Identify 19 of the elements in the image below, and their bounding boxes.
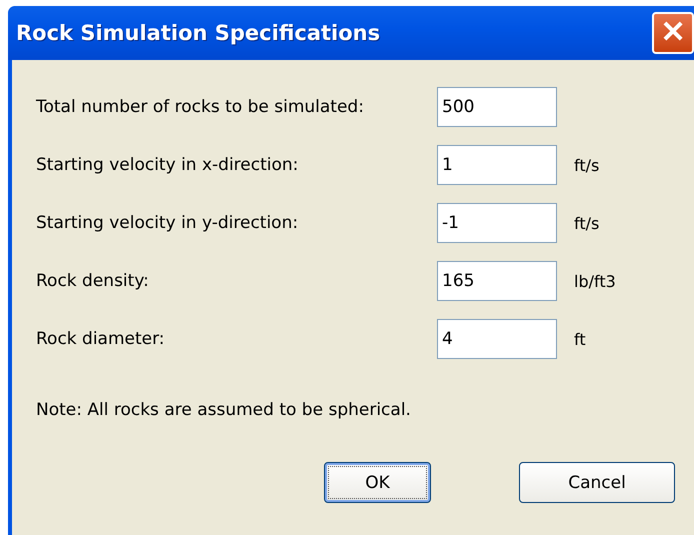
field-label: Rock diameter: [36, 329, 166, 349]
field-label: Rock density: [36, 271, 150, 291]
unit-label: ft/s [574, 156, 600, 174]
note-text: Note: All rocks are assumed to be spherical. [36, 400, 412, 420]
window-title: Rock Simulation Specifications [16, 21, 380, 45]
field-label: Starting velocity in x-direction: [36, 155, 300, 175]
input-field[interactable]: 4 [437, 319, 557, 359]
field-label: Starting velocity in y-direction: [36, 213, 300, 233]
input-field[interactable]: 165 [437, 261, 557, 301]
cancel-button[interactable]: Cancel [519, 462, 675, 503]
unit-label: lb/ft3 [574, 272, 616, 290]
unit-label: ft/s [574, 214, 600, 232]
ok-button[interactable]: OK [324, 462, 431, 503]
input-field[interactable]: -1 [437, 203, 557, 243]
unit-label: ft [574, 330, 586, 348]
field-label: Total number of rocks to be simulated: [36, 97, 365, 117]
input-field[interactable]: 1 [437, 145, 557, 185]
input-field[interactable]: 500 [437, 87, 557, 127]
close-button[interactable]: ✕ [652, 12, 694, 54]
